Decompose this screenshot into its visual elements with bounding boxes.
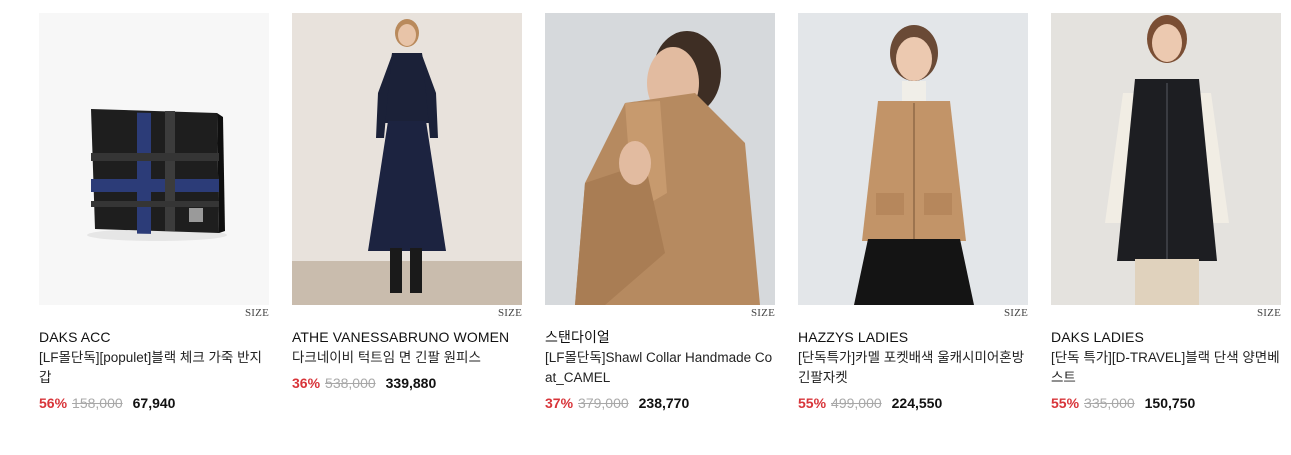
product-brand: 스탠다이얼: [545, 329, 610, 345]
sale-price: 238,770: [638, 395, 690, 411]
original-price: 335,000: [1084, 395, 1135, 411]
sale-price: 224,550: [891, 395, 943, 411]
wallet-image: [39, 13, 269, 305]
product-image[interactable]: [798, 13, 1028, 305]
product-brand: HAZZYS LADIES: [798, 329, 909, 345]
vest-model-image: [1051, 13, 1281, 305]
coat-model-image: [545, 13, 775, 305]
discount-rate: 55%: [798, 395, 827, 411]
product-grid: SIZE DAKS ACC [LF몰단독][populet]블랙 체크 가죽 반…: [39, 13, 1281, 413]
product-card[interactable]: SIZE HAZZYS LADIES [단독특가]카멜 포켓배색 울캐시미어혼방…: [798, 13, 1028, 413]
original-price: 499,000: [831, 395, 882, 411]
product-name[interactable]: [LF몰단독][populet]블랙 체크 가죽 반지갑: [39, 348, 269, 388]
price-row: 37% 379,000 238,770: [545, 393, 775, 413]
discount-rate: 56%: [39, 395, 68, 411]
original-price: 379,000: [578, 395, 629, 411]
product-name[interactable]: [단독 특가][D-TRAVEL]블랙 단색 양면베스트: [1051, 348, 1281, 388]
product-name[interactable]: 다크네이비 턱트임 면 긴팔 원피스: [292, 348, 522, 368]
size-label[interactable]: SIZE: [798, 305, 1028, 325]
discount-rate: 36%: [292, 375, 321, 391]
discount-rate: 37%: [545, 395, 574, 411]
price-row: 56% 158,000 67,940: [39, 393, 269, 413]
product-card[interactable]: SIZE 스탠다이얼 [LF몰단독]Shawl Collar Handmade …: [545, 13, 775, 413]
price-row: 55% 335,000 150,750: [1051, 393, 1281, 413]
price-row: 36% 538,000 339,880: [292, 373, 522, 393]
product-image[interactable]: [545, 13, 775, 305]
original-price: 158,000: [72, 395, 123, 411]
product-name[interactable]: [단독특가]카멜 포켓배색 울캐시미어혼방 긴팔자켓: [798, 348, 1028, 388]
size-label[interactable]: SIZE: [39, 305, 269, 325]
product-name[interactable]: [LF몰단독]Shawl Collar Handmade Coat_CAMEL: [545, 348, 775, 388]
product-card[interactable]: SIZE DAKS LADIES [단독 특가][D-TRAVEL]블랙 단색 …: [1051, 13, 1281, 413]
sale-price: 67,940: [132, 395, 176, 411]
dress-model-image: [292, 13, 522, 305]
product-image[interactable]: [39, 13, 269, 305]
size-label[interactable]: SIZE: [292, 305, 522, 325]
product-card[interactable]: SIZE DAKS ACC [LF몰단독][populet]블랙 체크 가죽 반…: [39, 13, 269, 413]
size-label[interactable]: SIZE: [1051, 305, 1281, 325]
product-image[interactable]: [292, 13, 522, 305]
sale-price: 150,750: [1144, 395, 1196, 411]
jacket-model-image: [798, 13, 1028, 305]
price-row: 55% 499,000 224,550: [798, 393, 1028, 413]
product-image[interactable]: [1051, 13, 1281, 305]
product-card[interactable]: SIZE ATHE VANESSABRUNO WOMEN 다크네이비 턱트임 면…: [292, 13, 522, 413]
product-brand: ATHE VANESSABRUNO WOMEN: [292, 329, 510, 345]
original-price: 538,000: [325, 375, 376, 391]
product-brand: DAKS ACC: [39, 329, 111, 345]
size-label[interactable]: SIZE: [545, 305, 775, 325]
product-brand: DAKS LADIES: [1051, 329, 1144, 345]
sale-price: 339,880: [385, 375, 437, 391]
discount-rate: 55%: [1051, 395, 1080, 411]
